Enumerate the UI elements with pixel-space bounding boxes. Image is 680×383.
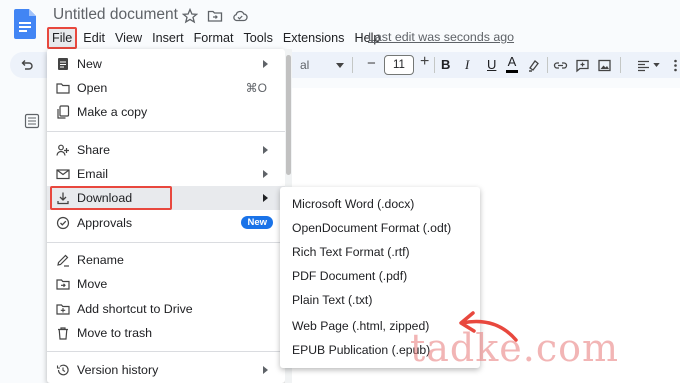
download-rtf-label: Rich Text Format (.rtf) — [292, 245, 410, 259]
file-menu-move-label: Move — [77, 277, 108, 291]
scrollbar-thumb[interactable] — [286, 55, 291, 175]
file-menu-make-copy-label: Make a copy — [77, 105, 148, 119]
toolbar-divider — [352, 57, 353, 73]
google-docs-logo-icon[interactable] — [14, 9, 36, 39]
underline-button[interactable]: U — [487, 57, 496, 72]
file-menu-approvals[interactable]: Approvals New — [47, 211, 285, 235]
undo-icon[interactable] — [20, 58, 34, 72]
submenu-arrow-icon — [263, 60, 268, 68]
file-menu-open[interactable]: Open ⌘O — [47, 76, 285, 100]
toolbar-divider — [620, 57, 621, 73]
folder-icon — [56, 83, 70, 94]
file-menu-rename-label: Rename — [77, 253, 124, 267]
font-dropdown-icon[interactable] — [336, 63, 344, 68]
download-txt[interactable]: Plain Text (.txt) — [280, 288, 480, 312]
download-pdf-label: PDF Document (.pdf) — [292, 269, 408, 283]
file-menu-new[interactable]: New — [47, 52, 285, 76]
file-menu-version-history-label: Version history — [77, 363, 159, 377]
toolbar-divider — [434, 57, 435, 73]
menu-extensions[interactable]: Extensions — [278, 29, 350, 47]
bold-button[interactable]: B — [441, 57, 450, 72]
star-icon[interactable] — [181, 7, 199, 24]
open-shortcut: ⌘O — [245, 81, 267, 95]
toolbar-divider — [547, 57, 548, 73]
insert-link-icon[interactable] — [553, 58, 568, 73]
file-menu-open-label: Open — [77, 81, 108, 95]
menu-edit[interactable]: Edit — [78, 29, 110, 47]
text-color-button[interactable]: A — [506, 54, 518, 73]
document-title[interactable]: Untitled document — [53, 6, 178, 24]
cloud-status-icon[interactable] — [232, 8, 248, 24]
file-menu-share[interactable]: Share — [47, 138, 285, 162]
document-outline-icon[interactable] — [24, 113, 40, 129]
file-menu-move-to-trash-label: Move to trash — [77, 326, 153, 340]
menu-tools[interactable]: Tools — [238, 29, 277, 47]
file-menu-approvals-label: Approvals — [77, 216, 133, 230]
file-menu-new-label: New — [77, 57, 102, 71]
download-rtf[interactable]: Rich Text Format (.rtf) — [280, 240, 480, 264]
submenu-arrow-icon — [263, 194, 268, 202]
more-options-icon[interactable] — [668, 58, 680, 73]
download-odt[interactable]: OpenDocument Format (.odt) — [280, 216, 480, 240]
copy-icon — [57, 105, 70, 119]
watermark: tadke.com — [410, 326, 620, 370]
menu-format[interactable]: Format — [189, 29, 239, 47]
file-menu: New Open ⌘O Make a copy Share Email Down… — [47, 49, 285, 383]
download-docx-label: Microsoft Word (.docx) — [292, 197, 415, 211]
download-docx[interactable]: Microsoft Word (.docx) — [280, 192, 480, 216]
menu-divider — [47, 242, 285, 243]
file-menu-make-copy[interactable]: Make a copy — [47, 100, 285, 124]
download-txt-label: Plain Text (.txt) — [292, 293, 373, 307]
file-menu-share-label: Share — [77, 143, 111, 157]
highlight-color-icon[interactable] — [526, 58, 541, 73]
submenu-arrow-icon — [263, 366, 268, 374]
share-icon — [56, 144, 69, 156]
file-menu-move[interactable]: Move — [47, 272, 285, 296]
decrease-font-size-button[interactable]: − — [367, 55, 376, 72]
last-edit-link[interactable]: Last edit was seconds ago — [368, 30, 514, 44]
font-size-input[interactable]: 11 — [384, 55, 414, 75]
insert-comment-icon[interactable] — [575, 58, 590, 73]
font-family-select[interactable]: al — [300, 58, 309, 72]
document-icon — [58, 58, 68, 70]
file-menu-add-shortcut-label: Add shortcut to Drive — [77, 302, 193, 316]
file-menu-add-shortcut[interactable]: Add shortcut to Drive — [47, 297, 285, 321]
move-folder-icon[interactable] — [207, 8, 223, 24]
add-shortcut-icon — [56, 304, 70, 315]
trash-icon — [58, 327, 68, 340]
download-odt-label: OpenDocument Format (.odt) — [292, 221, 452, 235]
insert-image-icon[interactable] — [597, 58, 612, 73]
submenu-arrow-icon — [263, 146, 268, 154]
menu-bar: File Edit View Insert Format Tools Exten… — [47, 27, 385, 49]
file-menu-email-label: Email — [77, 167, 108, 181]
file-menu-rename[interactable]: Rename — [47, 248, 285, 272]
rename-icon — [57, 254, 69, 267]
email-icon — [56, 169, 70, 180]
menu-file[interactable]: File — [47, 27, 78, 49]
download-html-zipped-label: Web Page (.html, zipped) — [292, 319, 430, 333]
increase-font-size-button[interactable]: + — [420, 53, 429, 71]
history-icon — [56, 364, 69, 376]
align-left-icon[interactable] — [636, 58, 651, 73]
align-dropdown-icon[interactable] — [653, 63, 660, 67]
file-menu-move-to-trash[interactable]: Move to trash — [47, 321, 285, 345]
file-menu-version-history[interactable]: Version history — [47, 358, 285, 382]
file-menu-email[interactable]: Email — [47, 162, 285, 186]
move-icon — [56, 279, 70, 290]
download-highlight-outline — [50, 186, 172, 210]
menu-divider — [47, 131, 285, 132]
menu-view[interactable]: View — [110, 29, 147, 47]
new-badge: New — [241, 216, 273, 229]
menu-insert[interactable]: Insert — [147, 29, 189, 47]
submenu-arrow-icon — [263, 170, 268, 178]
italic-button[interactable]: I — [465, 57, 469, 73]
approvals-icon — [56, 216, 70, 230]
menu-divider — [47, 351, 285, 352]
download-pdf[interactable]: PDF Document (.pdf) — [280, 264, 480, 288]
